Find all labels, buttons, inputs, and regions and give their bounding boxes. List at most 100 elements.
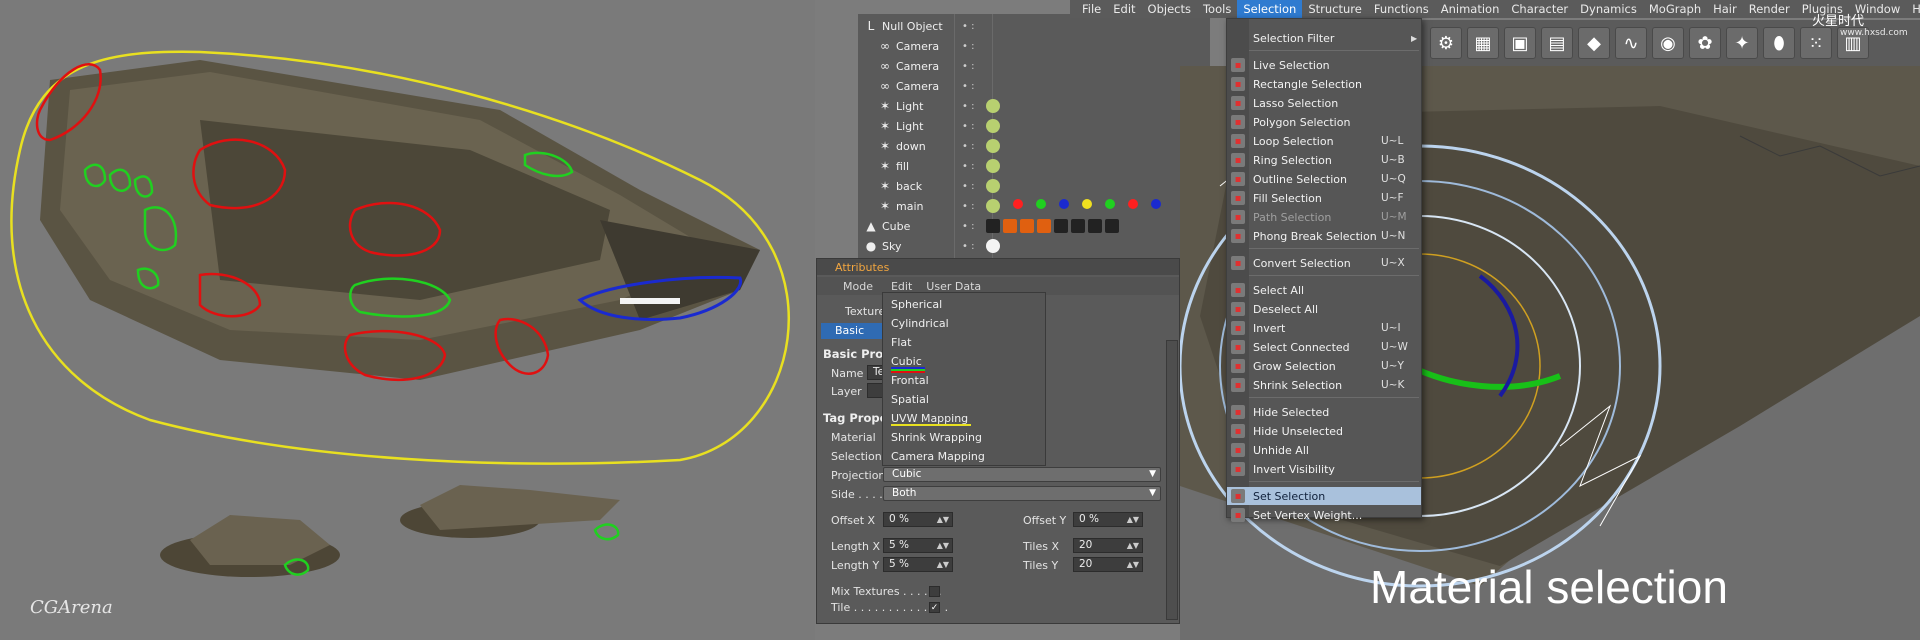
texture-tag-icon[interactable]: [986, 219, 1000, 233]
offset-y-field[interactable]: 0 % ▲▼: [1073, 512, 1143, 527]
edit-menu[interactable]: Edit: [891, 280, 912, 293]
object-row[interactable]: L Null Object • :: [858, 16, 1210, 36]
menu-item-live-selection[interactable]: ▪ Live Selection: [1227, 56, 1421, 74]
menu-help[interactable]: Help: [1906, 0, 1920, 18]
object-row[interactable]: ∞ Camera • :: [858, 36, 1210, 56]
texture-tag-icon[interactable]: [1037, 219, 1051, 233]
model-mode-icon[interactable]: ⚙: [1430, 27, 1462, 59]
menu-item-fill-selection[interactable]: ▪ Fill Selection U~F: [1227, 189, 1421, 207]
mode-menu[interactable]: Mode: [843, 280, 873, 293]
light-tag-icon[interactable]: [986, 99, 1000, 113]
array-icon[interactable]: ✿: [1689, 27, 1721, 59]
object-row[interactable]: ✶ main • :: [858, 196, 1210, 216]
menu-character[interactable]: Character: [1505, 0, 1574, 18]
texture-tag-icon[interactable]: [1054, 219, 1068, 233]
menu-animation[interactable]: Animation: [1435, 0, 1506, 18]
length-x-field[interactable]: 5 % ▲▼: [883, 538, 953, 553]
projection-option[interactable]: Flat: [891, 333, 911, 352]
menu-item-unhide-all[interactable]: ▪ Unhide All: [1227, 441, 1421, 459]
menu-item-invert-visibility[interactable]: ▪ Invert Visibility: [1227, 460, 1421, 478]
spline-icon[interactable]: ∿: [1615, 27, 1647, 59]
menu-item-deselect-all[interactable]: ▪ Deselect All: [1227, 300, 1421, 318]
tiles-y-field[interactable]: 20 ▲▼: [1073, 557, 1143, 572]
length-y-field[interactable]: 5 % ▲▼: [883, 557, 953, 572]
visibility-dots-icon[interactable]: • :: [962, 61, 986, 72]
visibility-dots-icon[interactable]: • :: [962, 201, 986, 212]
menu-item-lasso-selection[interactable]: ▪ Lasso Selection: [1227, 94, 1421, 112]
menu-item-outline-selection[interactable]: ▪ Outline Selection U~Q: [1227, 170, 1421, 188]
projection-select[interactable]: Cubic ▼: [883, 467, 1161, 482]
menu-objects[interactable]: Objects: [1142, 0, 1197, 18]
visibility-dots-icon[interactable]: • :: [962, 241, 986, 252]
object-row[interactable]: ● Sky • :: [858, 236, 1210, 256]
menu-structure[interactable]: Structure: [1302, 0, 1368, 18]
light-tag-icon[interactable]: [986, 159, 1000, 173]
object-row[interactable]: ✶ Light • :: [858, 96, 1210, 116]
selection-tag-icon[interactable]: [1128, 199, 1138, 209]
deformer-icon[interactable]: ✦: [1726, 27, 1758, 59]
camera-tool-icon[interactable]: ⁙: [1800, 27, 1832, 59]
menu-edit[interactable]: Edit: [1107, 0, 1141, 18]
menu-item-ring-selection[interactable]: ▪ Ring Selection U~B: [1227, 151, 1421, 169]
menu-render[interactable]: Render: [1743, 0, 1796, 18]
selection-tag-icon[interactable]: [1082, 199, 1092, 209]
menu-item-loop-selection[interactable]: ▪ Loop Selection U~L: [1227, 132, 1421, 150]
menu-item-set-selection[interactable]: ▪ Set Selection: [1227, 487, 1421, 505]
visibility-dots-icon[interactable]: • :: [962, 221, 986, 232]
light-tag-icon[interactable]: [986, 199, 1000, 213]
mix-textures-checkbox[interactable]: [929, 586, 940, 597]
projection-option[interactable]: Spatial: [891, 390, 929, 409]
selection-tag-icon[interactable]: [1013, 199, 1023, 209]
tile-checkbox[interactable]: ✓: [929, 602, 940, 613]
object-row[interactable]: ✶ down • :: [858, 136, 1210, 156]
texture-tag-icon[interactable]: [1088, 219, 1102, 233]
menu-item-select-connected[interactable]: ▪ Select Connected U~W: [1227, 338, 1421, 356]
menu-item-rectangle-selection[interactable]: ▪ Rectangle Selection: [1227, 75, 1421, 93]
menu-hair[interactable]: Hair: [1707, 0, 1743, 18]
offset-x-field[interactable]: 0 % ▲▼: [883, 512, 953, 527]
tiles-x-field[interactable]: 20 ▲▼: [1073, 538, 1143, 553]
projection-option[interactable]: Camera Mapping: [891, 447, 985, 466]
menu-item-set-vertex-weight[interactable]: ▪ Set Vertex Weight...: [1227, 506, 1421, 524]
menu-selection[interactable]: Selection: [1237, 0, 1303, 18]
visibility-dots-icon[interactable]: • :: [962, 41, 986, 52]
nurbs-icon[interactable]: ◉: [1652, 27, 1684, 59]
menu-functions[interactable]: Functions: [1368, 0, 1435, 18]
attributes-scrollbar[interactable]: [1166, 340, 1178, 620]
menu-tools[interactable]: Tools: [1197, 0, 1237, 18]
texture-tag-icon[interactable]: [1020, 219, 1034, 233]
user-data-menu[interactable]: User Data: [926, 280, 981, 293]
selection-tag-icon[interactable]: [1151, 199, 1161, 209]
scene-icon[interactable]: ⬮: [1763, 27, 1795, 59]
projection-option[interactable]: Spherical: [891, 295, 942, 314]
render-settings-icon[interactable]: ▤: [1541, 27, 1573, 59]
layer-field[interactable]: [867, 383, 883, 398]
light-tag-icon[interactable]: [986, 119, 1000, 133]
object-row[interactable]: ∞ Camera • :: [858, 56, 1210, 76]
visibility-dots-icon[interactable]: • :: [962, 101, 986, 112]
texture-tag-icon[interactable]: [1071, 219, 1085, 233]
menu-item-hide-unselected[interactable]: ▪ Hide Unselected: [1227, 422, 1421, 440]
menu-item-grow-selection[interactable]: ▪ Grow Selection U~Y: [1227, 357, 1421, 375]
menu-item-phong-break-selection[interactable]: ▪ Phong Break Selection U~N: [1227, 227, 1421, 245]
render-region-icon[interactable]: ▦: [1467, 27, 1499, 59]
visibility-dots-icon[interactable]: • :: [962, 181, 986, 192]
menu-item-selection-filter[interactable]: Selection Filter ▶: [1227, 29, 1421, 47]
object-row[interactable]: ✶ Light • :: [858, 116, 1210, 136]
visibility-dots-icon[interactable]: • :: [962, 121, 986, 132]
tab-basic[interactable]: Basic: [821, 323, 885, 339]
selection-tag-icon[interactable]: [1036, 199, 1046, 209]
menu-dynamics[interactable]: Dynamics: [1574, 0, 1643, 18]
visibility-dots-icon[interactable]: • :: [962, 141, 986, 152]
texture-tag-icon[interactable]: [1003, 219, 1017, 233]
render-view-icon[interactable]: ▣: [1504, 27, 1536, 59]
visibility-dots-icon[interactable]: • :: [962, 81, 986, 92]
menu-item-select-all[interactable]: ▪ Select All: [1227, 281, 1421, 299]
cube-primitive-icon[interactable]: ◆: [1578, 27, 1610, 59]
projection-option[interactable]: Frontal: [891, 371, 929, 390]
selection-tag-icon[interactable]: [1105, 199, 1115, 209]
menu-item-invert[interactable]: ▪ Invert U~I: [1227, 319, 1421, 337]
sky-material-tag-icon[interactable]: [986, 239, 1000, 253]
menu-item-hide-selected[interactable]: ▪ Hide Selected: [1227, 403, 1421, 421]
selection-tag-icon[interactable]: [1059, 199, 1069, 209]
